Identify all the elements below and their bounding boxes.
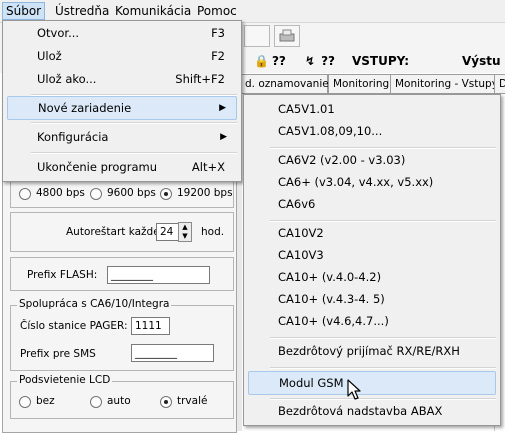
status-indicator-1: 🔒??: [254, 54, 286, 68]
menu-item-save[interactable]: Ulož F2: [7, 45, 237, 67]
printer-icon: [279, 29, 295, 42]
autorestart-group: Autoreštart každé: 24 ▲ ▼ hod.: [10, 212, 234, 252]
menu-item-configuration[interactable]: Konfigurácia ▶: [7, 126, 237, 148]
prefix-flash-group: Prefix FLASH: ________: [10, 257, 234, 291]
device-item[interactable]: CA6v6: [248, 193, 496, 215]
menu-subor[interactable]: Súbor: [2, 2, 46, 20]
mouse-cursor-icon: [347, 379, 361, 400]
device-item[interactable]: CA10+ (v.4.3-4. 5): [248, 288, 496, 310]
menu-separator: [270, 367, 496, 369]
lcd-label-trvale: trvalé: [177, 395, 208, 407]
submenu-arrow-icon: ▶: [220, 132, 227, 142]
prefix-sms-label: Prefix pre SMS: [20, 348, 96, 360]
baud-label-9600: 9600 bps: [107, 187, 156, 199]
antenna-icon: ↯: [305, 54, 316, 68]
menu-pomoc[interactable]: Pomoc: [194, 3, 240, 19]
autorestart-spinner[interactable]: ▲ ▼: [178, 222, 192, 242]
device-item[interactable]: Bezdrôtová nadstavba ABAX: [248, 400, 496, 422]
status-indicator-2: ↯??: [305, 54, 335, 68]
tab-monitoring[interactable]: Monitoring: [328, 74, 395, 94]
baud-group: 4800 bps 9600 bps 19200 bps: [10, 178, 234, 208]
radio-lcd-trvale[interactable]: [160, 396, 172, 408]
cooperation-title: Spolupráca s CA6/10/Integra: [17, 298, 172, 310]
pager-input[interactable]: 1111: [131, 317, 170, 335]
pager-label: Číslo stanice PAGER:: [20, 320, 128, 332]
menu-separator: [31, 122, 237, 124]
menu-ustredna[interactable]: Ústredňa: [52, 3, 112, 19]
new-device-submenu: CA5V1.01 CA5V1.08,09,10... CA6V2 (v2.00 …: [243, 94, 501, 426]
autorestart-label: Autoreštart každé:: [66, 226, 164, 238]
menu-item-save-as[interactable]: Ulož ako... Shift+F2: [7, 68, 237, 90]
print-button[interactable]: [274, 25, 300, 47]
device-item[interactable]: Bezdrôtový prijímač RX/RE/RXH: [248, 340, 496, 362]
cooperation-group: Spolupráca s CA6/10/Integra Číslo stanic…: [10, 298, 234, 371]
menu-separator: [270, 337, 496, 339]
menu-item-open[interactable]: Otvor... F3: [7, 22, 237, 44]
device-item[interactable]: CA10+ (v.4.0-4.2): [248, 266, 496, 288]
submenu-arrow-icon: ▶: [219, 103, 226, 113]
lcd-label-bez: bez: [36, 395, 55, 407]
radio-19200[interactable]: [160, 188, 172, 200]
toolbar-button[interactable]: [244, 25, 270, 47]
lock-icon: 🔒: [254, 54, 269, 68]
menu-item-new-device[interactable]: Nové zariadenie ▶: [7, 96, 237, 120]
autorestart-unit: hod.: [201, 226, 225, 238]
menu-komunikacia[interactable]: Komunikácia: [112, 3, 194, 19]
tab-oznamovanie[interactable]: d. oznamovanie: [240, 74, 329, 94]
device-item[interactable]: CA10V3: [248, 244, 496, 266]
device-item[interactable]: CA10+ (v4.6,4.7...): [248, 310, 496, 332]
lcd-group: Podsvietenie LCD bez auto trvalé: [10, 374, 234, 419]
inputs-label: VSTUPY:: [352, 54, 410, 68]
file-menu: Otvor... F3 Ulož F2 Ulož ako... Shift+F2 No…: [2, 20, 242, 182]
menu-separator: [31, 152, 237, 154]
device-item[interactable]: CA5V1.01: [248, 98, 496, 120]
menu-item-exit[interactable]: Ukončenie programu Alt+X: [7, 156, 237, 178]
prefix-flash-label: Prefix FLASH:: [27, 269, 98, 281]
outputs-label: Výstu: [462, 54, 501, 68]
device-item[interactable]: CA10V2: [248, 222, 496, 244]
device-item[interactable]: CA6V2 (v2.00 - v3.03): [248, 149, 496, 171]
baud-label-4800: 4800 bps: [36, 187, 85, 199]
device-item[interactable]: CA6+ (v3.04, v4.xx, v5.xx): [248, 171, 496, 193]
device-item-modul-gsm[interactable]: Modul GSM: [248, 371, 496, 395]
device-item[interactable]: CA5V1.08,09,10...: [248, 120, 496, 142]
tab-monitoring-vstupy[interactable]: Monitoring - Vstupy: [390, 74, 503, 94]
prefix-flash-input[interactable]: ________: [107, 266, 210, 284]
radio-4800[interactable]: [19, 188, 31, 200]
radio-lcd-bez[interactable]: [19, 396, 31, 408]
lcd-label-auto: auto: [107, 395, 131, 407]
tab-de[interactable]: De: [494, 74, 505, 94]
prefix-sms-input[interactable]: ________: [131, 344, 214, 362]
radio-lcd-auto[interactable]: [90, 396, 102, 408]
baud-label-19200: 19200 bps: [177, 187, 233, 199]
radio-9600[interactable]: [90, 188, 102, 200]
tab-strip: d. oznamovanie Monitoring Monitoring - V…: [240, 74, 505, 94]
lcd-title: Podsvietenie LCD: [17, 374, 113, 386]
